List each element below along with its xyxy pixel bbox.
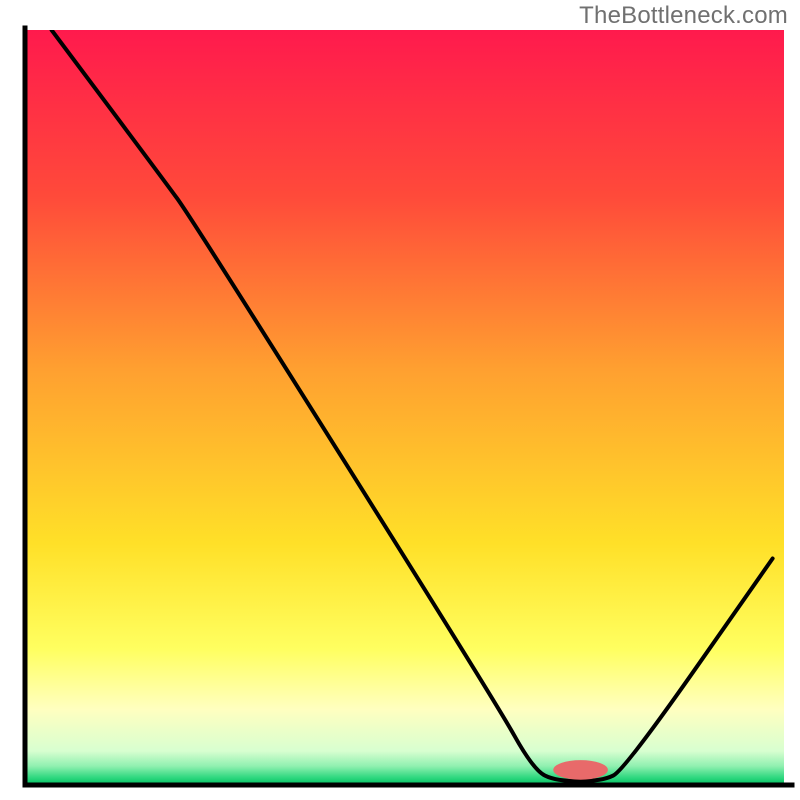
watermark-text: TheBottleneck.com <box>579 2 788 30</box>
gradient-background <box>25 30 784 785</box>
optimal-marker <box>553 760 608 780</box>
bottleneck-chart <box>0 0 800 800</box>
chart-root: TheBottleneck.com <box>0 0 800 800</box>
plot-area <box>25 28 792 785</box>
